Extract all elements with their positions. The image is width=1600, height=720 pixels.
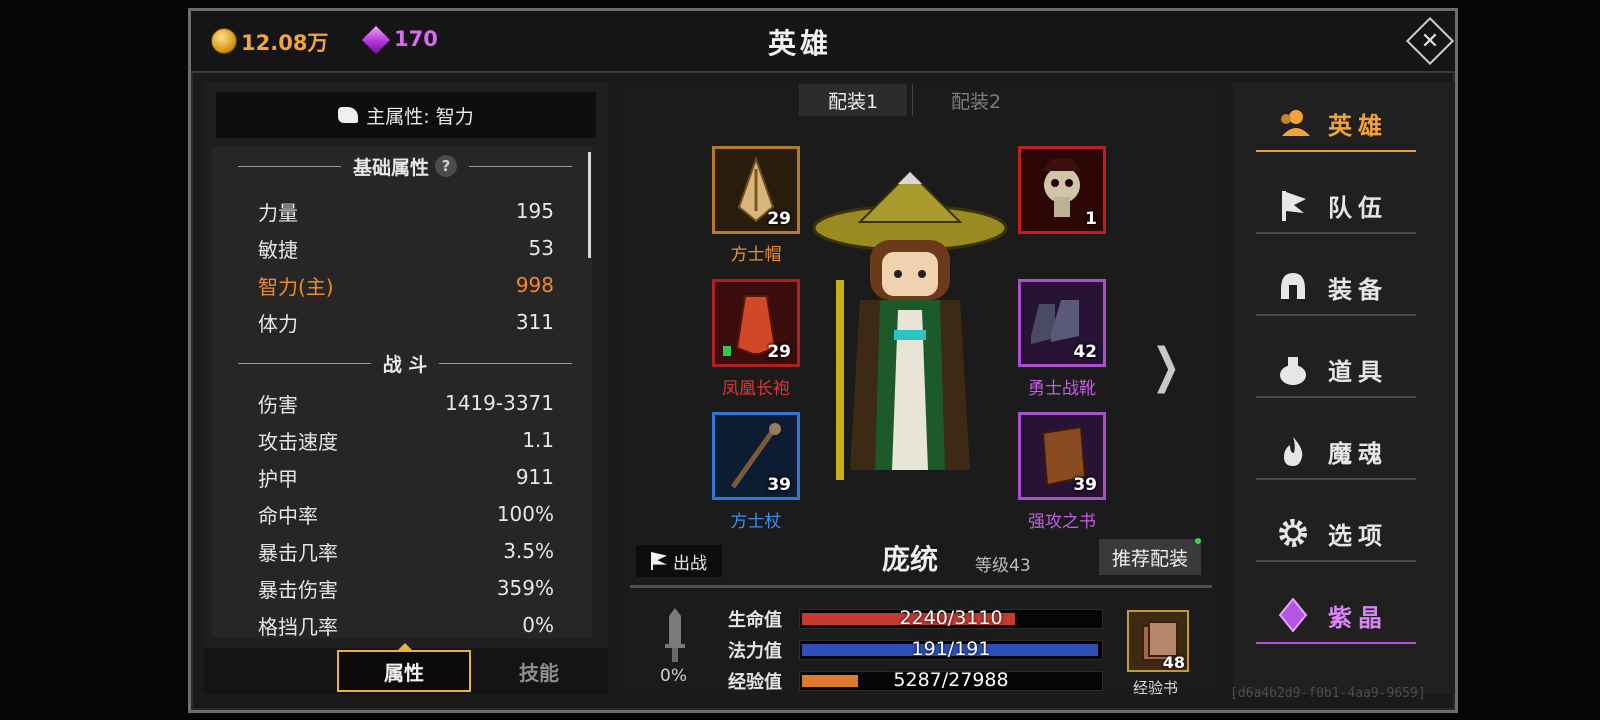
session-id: [d6a4b2d9-f0b1-4aa9-9659] xyxy=(1230,686,1426,701)
exp-bar: 5287/27988 xyxy=(799,669,1103,691)
equip-slot-boots[interactable]: 42 xyxy=(1018,279,1106,367)
menu-souls[interactable]: 魔魂 xyxy=(1256,422,1416,480)
tab-skills[interactable]: 技能 xyxy=(472,650,606,692)
equip-name-robe: 凤凰长袍 xyxy=(722,379,790,399)
stat-row-main: 智力(主) 998 xyxy=(258,273,554,299)
stat-row: 体力 311 xyxy=(258,310,554,336)
muscle-icon xyxy=(338,107,359,123)
menu-options[interactable]: 选项 xyxy=(1256,504,1416,562)
stats-scrollbar[interactable] xyxy=(588,152,591,258)
loadout-separator xyxy=(912,84,913,116)
exp-label: 经验值 xyxy=(728,672,782,693)
equip-name-book: 强攻之书 xyxy=(1028,512,1096,532)
flag-icon xyxy=(1276,188,1310,222)
amethyst-icon xyxy=(1276,598,1310,632)
tab-caret xyxy=(398,643,412,650)
sword-icon xyxy=(665,608,685,662)
menu-hero[interactable]: 英雄 xyxy=(1256,94,1416,152)
hero-divider xyxy=(630,585,1212,588)
stat-row: 敏捷 53 xyxy=(258,236,554,262)
main-attribute-banner: 主属性: 智力 xyxy=(216,92,596,138)
loadout-tab-2[interactable]: 配装2 xyxy=(922,84,1030,116)
deploy-button[interactable]: 出战 xyxy=(636,545,722,577)
help-button[interactable]: ? xyxy=(435,155,458,177)
hp-bar: 2240/3110 xyxy=(799,607,1103,629)
stat-row: 力量 195 xyxy=(258,199,554,225)
stat-row: 暴击几率 3.5% xyxy=(258,539,554,565)
menu-items[interactable]: 道具 xyxy=(1256,340,1416,398)
flame-icon xyxy=(1276,434,1310,468)
menu-equipment[interactable]: 装备 xyxy=(1256,258,1416,316)
equip-slot-robe[interactable]: 29 xyxy=(712,279,800,367)
equip-slot-pet[interactable]: 1 xyxy=(1018,146,1106,234)
exp-book-label: 经验书 xyxy=(1133,679,1179,697)
basic-attributes-title: 基础属性 xyxy=(353,156,430,179)
stat-row: 格挡几率 0% xyxy=(258,613,554,639)
basic-attributes-header: 基础属性? xyxy=(238,151,573,181)
equip-name-hat: 方士帽 xyxy=(730,245,782,265)
equip-slot-hat[interactable]: 29 xyxy=(712,146,800,234)
equip-slot-staff[interactable]: 39 xyxy=(712,412,800,500)
stat-row: 攻击速度 1.1 xyxy=(258,428,554,454)
exp-book-button[interactable]: 48 xyxy=(1127,610,1189,672)
close-icon: ✕ xyxy=(1420,28,1440,54)
combat-header: 战 斗 xyxy=(238,348,572,378)
menu-amethyst[interactable]: 紫晶 xyxy=(1256,586,1416,644)
bag-icon xyxy=(1276,352,1310,386)
loadout-tab-1[interactable]: 配装1 xyxy=(799,84,907,116)
page-title: 英雄 xyxy=(767,27,832,60)
hero-level: 等级43 xyxy=(975,556,1031,576)
equip-slot-book[interactable]: 39 xyxy=(1018,412,1106,500)
hero-name: 庞统 xyxy=(882,543,939,576)
stat-row: 护甲 911 xyxy=(258,465,554,491)
equip-name-staff: 方士杖 xyxy=(730,512,782,532)
combat-title: 战 斗 xyxy=(382,353,428,376)
gear-icon xyxy=(1276,516,1310,550)
hp-label: 生命值 xyxy=(728,610,782,631)
main-attribute-text: 主属性: 智力 xyxy=(366,105,474,128)
stat-row: 暴击伤害 359% xyxy=(258,576,554,602)
stat-row: 命中率 100% xyxy=(258,502,554,528)
power-percent: 0% xyxy=(660,666,687,686)
recommend-loadout-button[interactable]: 推荐配装 xyxy=(1099,539,1201,575)
hero-portrait xyxy=(812,170,1008,480)
deploy-label: 出战 xyxy=(673,553,707,574)
flag-icon xyxy=(651,552,667,570)
stat-row: 伤害 1419-3371 xyxy=(258,391,554,417)
users-icon xyxy=(1276,106,1310,140)
next-arrow-icon[interactable]: ❯ xyxy=(1152,338,1180,394)
helmet-icon xyxy=(1276,270,1310,304)
equip-name-boots: 勇士战靴 xyxy=(1028,379,1096,399)
notification-dot xyxy=(1195,538,1201,544)
mp-bar: 191/191 xyxy=(799,638,1103,660)
menu-team[interactable]: 队伍 xyxy=(1256,176,1416,234)
tab-attributes[interactable]: 属性 xyxy=(337,650,471,692)
mp-label: 法力值 xyxy=(728,641,782,662)
